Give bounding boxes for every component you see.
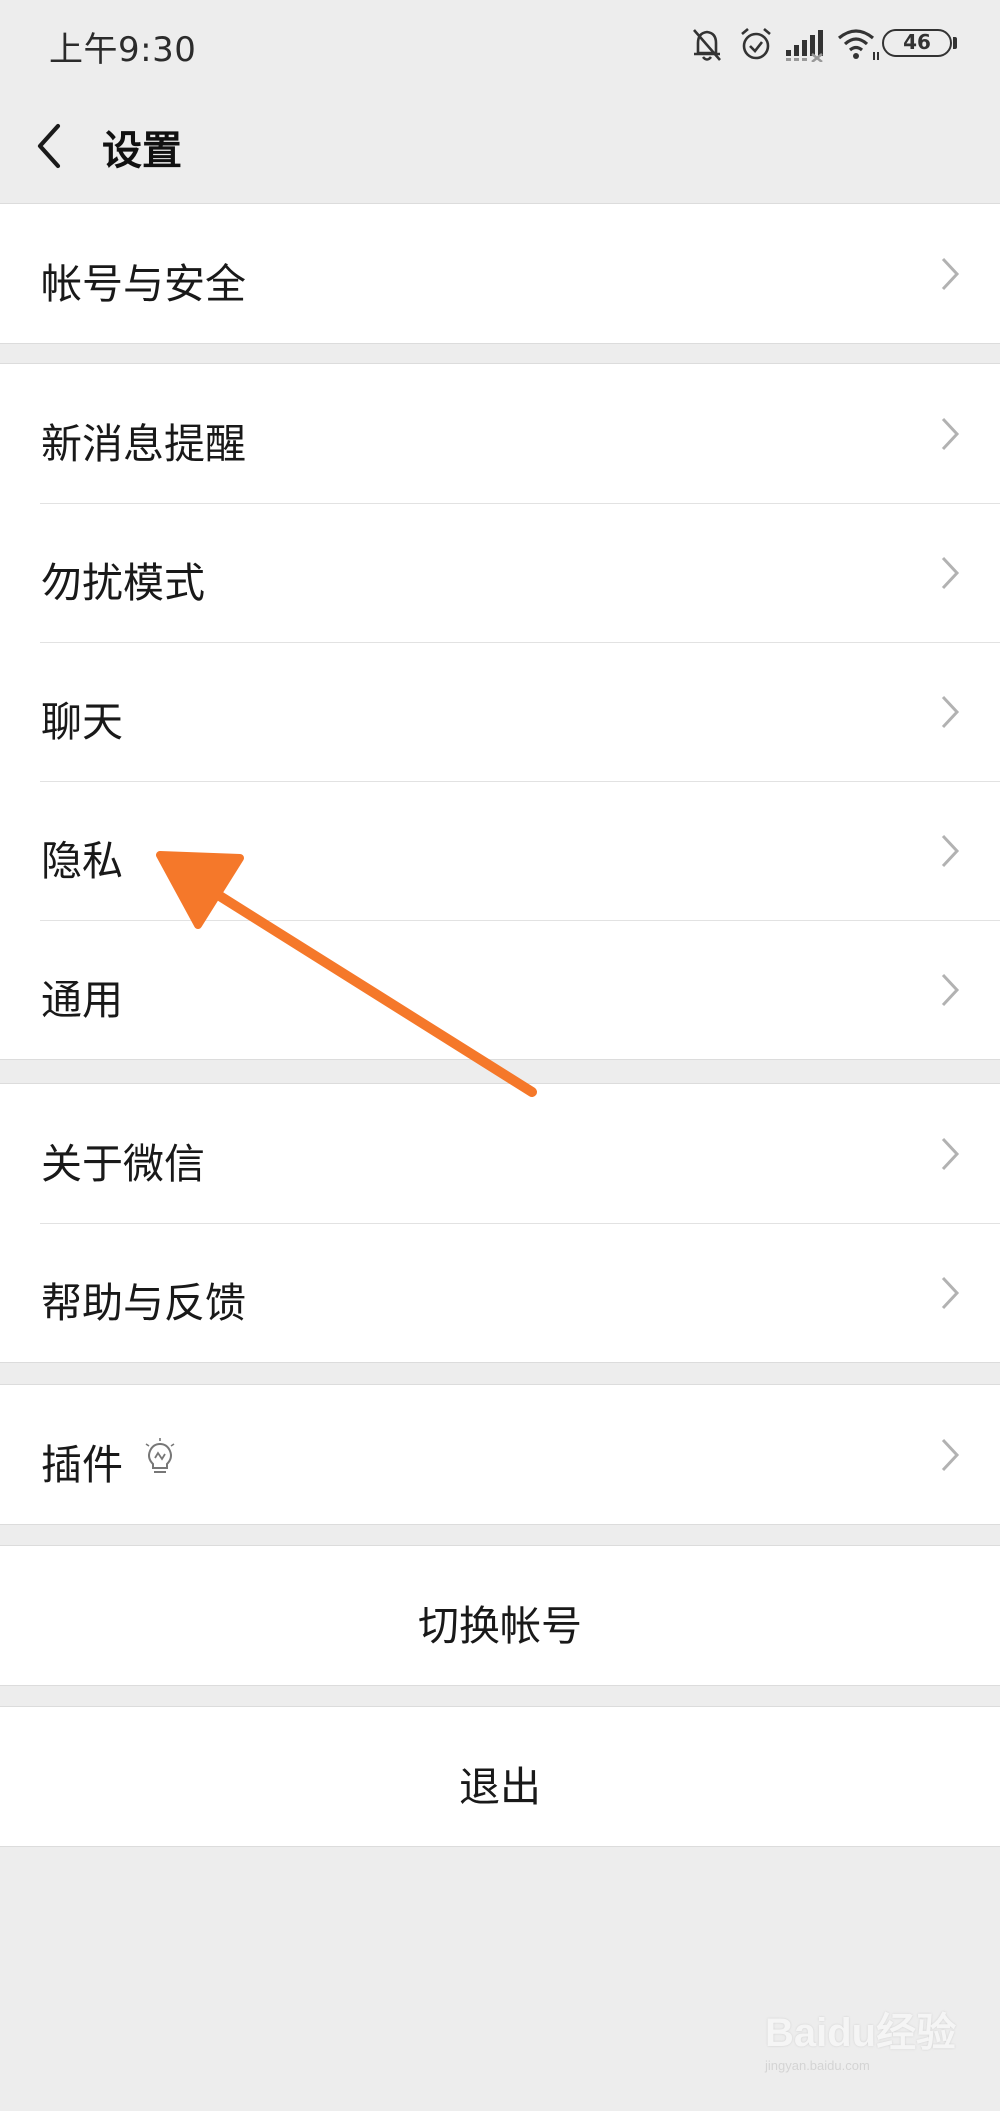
settings-item-help-feedback[interactable]: 帮助与反馈: [0, 1223, 1000, 1362]
settings-item-label: 聊天: [41, 698, 123, 746]
settings-item-chat[interactable]: 聊天: [0, 642, 1000, 781]
settings-group-main: 新消息提醒 勿扰模式 聊天 隐私 通用: [0, 363, 1000, 1060]
settings-item-plugins[interactable]: 插件: [0, 1385, 1000, 1524]
switch-account-group: 切换帐号: [0, 1545, 1000, 1686]
chevron-right-icon: [941, 695, 960, 729]
battery-tip: [953, 37, 957, 49]
settings-group-about: 关于微信 帮助与反馈: [0, 1083, 1000, 1363]
settings-item-general[interactable]: 通用: [0, 920, 1000, 1059]
battery-icon: 46: [882, 29, 952, 57]
settings-item-privacy[interactable]: 隐私: [0, 781, 1000, 920]
chevron-right-icon: [941, 556, 960, 590]
logout-group: 退出: [0, 1706, 1000, 1847]
lightbulb-icon: [145, 1438, 175, 1473]
settings-item-label: 新消息提醒: [41, 420, 246, 468]
chevron-right-icon: [941, 973, 960, 1007]
logout-label: 退出: [459, 1763, 541, 1811]
logout-button[interactable]: 退出: [0, 1707, 1000, 1846]
settings-item-notifications[interactable]: 新消息提醒: [0, 364, 1000, 503]
back-button[interactable]: [28, 112, 84, 182]
settings-item-do-not-disturb[interactable]: 勿扰模式: [0, 503, 1000, 642]
settings-item-about-wechat[interactable]: 关于微信: [0, 1084, 1000, 1223]
chevron-right-icon: [941, 257, 960, 291]
settings-item-account-security[interactable]: 帐号与安全: [0, 204, 1000, 343]
watermark-logo: Baidu经验: [765, 2011, 957, 2055]
wifi-icon: [837, 29, 879, 60]
settings-item-label: 通用: [41, 976, 123, 1024]
settings-item-label: 插件: [41, 1441, 123, 1489]
settings-group-plugins: 插件: [0, 1384, 1000, 1525]
settings-group-account: 帐号与安全: [0, 203, 1000, 344]
chevron-right-icon: [941, 1438, 960, 1472]
alarm-icon: [741, 28, 771, 60]
baidu-watermark: Baidu经验 jingyan.baidu.com: [765, 2000, 965, 2073]
switch-account-button[interactable]: 切换帐号: [0, 1546, 1000, 1685]
page-title: 设置: [102, 128, 182, 174]
settings-item-label: 帐号与安全: [41, 260, 246, 308]
switch-account-label: 切换帐号: [418, 1602, 582, 1650]
settings-item-label: 隐私: [41, 837, 123, 885]
settings-item-label: 关于微信: [41, 1140, 205, 1188]
status-bar: 上午9:30 46: [0, 0, 1000, 90]
chevron-right-icon: [941, 1137, 960, 1171]
chevron-right-icon: [941, 1276, 960, 1310]
signal-icon: [786, 30, 823, 62]
settings-item-label: 帮助与反馈: [41, 1279, 246, 1327]
watermark-url: jingyan.baidu.com: [765, 2058, 870, 2073]
chevron-left-icon: [37, 123, 61, 169]
chevron-right-icon: [941, 417, 960, 451]
status-time: 上午9:30: [49, 30, 197, 70]
mute-bell-icon: [693, 29, 721, 61]
nav-bar: 设置: [0, 90, 1000, 202]
settings-item-label: 勿扰模式: [41, 559, 205, 607]
chevron-right-icon: [941, 834, 960, 868]
